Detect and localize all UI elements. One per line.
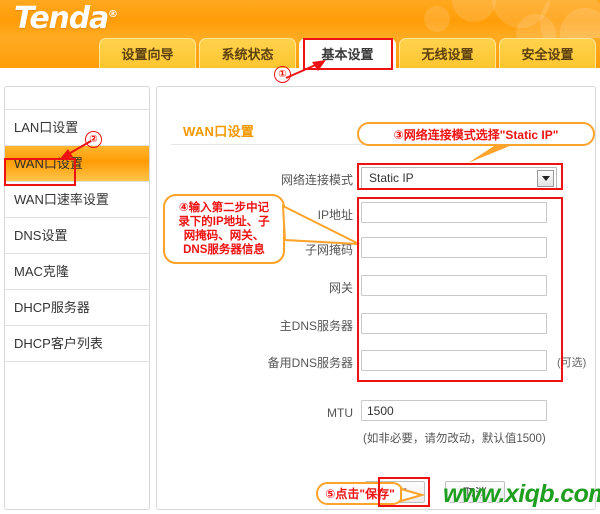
header-bubble-decoration (424, 6, 450, 32)
panel-title: WAN口设置 (183, 124, 255, 139)
label-secondary-dns: 备用DNS服务器 (267, 356, 353, 370)
form-row-primary-dns: 主DNS服务器 (157, 313, 597, 340)
title-divider (171, 144, 583, 145)
label-ip-address: IP地址 (317, 208, 353, 222)
gateway-input[interactable] (361, 275, 547, 296)
sidebar-nav: LAN口设置 WAN口设置 WAN口速率设置 DNS设置 MAC克隆 DHCP服… (4, 86, 150, 510)
sidebar-top-spacer (5, 87, 149, 110)
tenda-logo: Tenda® (14, 1, 118, 36)
subnet-mask-input[interactable] (361, 237, 547, 258)
connection-mode-value: Static IP (369, 171, 414, 185)
label-primary-dns: 主DNS服务器 (279, 319, 353, 333)
tab-setup-wizard[interactable]: 设置向导 (99, 38, 196, 68)
mtu-hint-text: (如非必要，请勿改动，默认值1500) (363, 433, 546, 445)
form-row-subnet-mask: 子网掩码 (157, 237, 597, 264)
connection-mode-select[interactable]: Static IP (361, 167, 557, 190)
primary-dns-input[interactable] (361, 313, 547, 334)
secondary-dns-optional-note: (可选) (557, 357, 587, 369)
sidebar-item-wan-speed[interactable]: WAN口速率设置 (5, 182, 149, 218)
form-row-connection-mode: 网络连接模式 Static IP (157, 167, 597, 194)
mtu-input[interactable] (361, 400, 547, 421)
tab-basic-settings[interactable]: 基本设置 (299, 38, 396, 68)
save-button[interactable]: 保存 (365, 481, 425, 503)
label-mtu: MTU (327, 406, 353, 420)
label-gateway: 网关 (328, 281, 353, 295)
sidebar-item-dns-settings[interactable]: DNS设置 (5, 218, 149, 254)
app-header: Tenda® (0, 0, 600, 38)
secondary-dns-input[interactable] (361, 350, 547, 371)
label-connection-mode: 网络连接模式 (280, 173, 353, 187)
form-row-ip-address: IP地址 (157, 202, 597, 229)
site-watermark: www.xiqb.com (443, 480, 600, 508)
sidebar-item-dhcp-clients[interactable]: DHCP客户列表 (5, 326, 149, 362)
tab-security-settings[interactable]: 安全设置 (499, 38, 596, 68)
tab-system-status[interactable]: 系统状态 (199, 38, 296, 68)
ip-address-input[interactable] (361, 202, 547, 223)
logo-text: Tenda (14, 1, 109, 36)
form-row-gateway: 网关 (157, 275, 597, 302)
sidebar-item-dhcp-server[interactable]: DHCP服务器 (5, 290, 149, 326)
main-nav-tabs: 设置向导 系统状态 基本设置 无线设置 安全设置 (0, 38, 600, 68)
header-bubble-decoration (452, 0, 496, 22)
sidebar-item-lan-settings[interactable]: LAN口设置 (5, 110, 149, 146)
sidebar-item-mac-clone[interactable]: MAC克隆 (5, 254, 149, 290)
registered-mark: ® (108, 9, 119, 20)
chevron-down-icon[interactable] (537, 170, 554, 187)
form-row-mtu: MTU (157, 400, 597, 427)
content-panel: WAN口设置 网络连接模式 Static IP IP地址 子网掩码 网关 主DN… (156, 86, 596, 510)
label-subnet-mask: 子网掩码 (304, 243, 353, 257)
tab-wireless-settings[interactable]: 无线设置 (399, 38, 496, 68)
tabbar-underline (0, 68, 600, 76)
sidebar-item-wan-settings[interactable]: WAN口设置 (5, 146, 149, 182)
form-row-secondary-dns: 备用DNS服务器 (可选) (157, 350, 597, 377)
